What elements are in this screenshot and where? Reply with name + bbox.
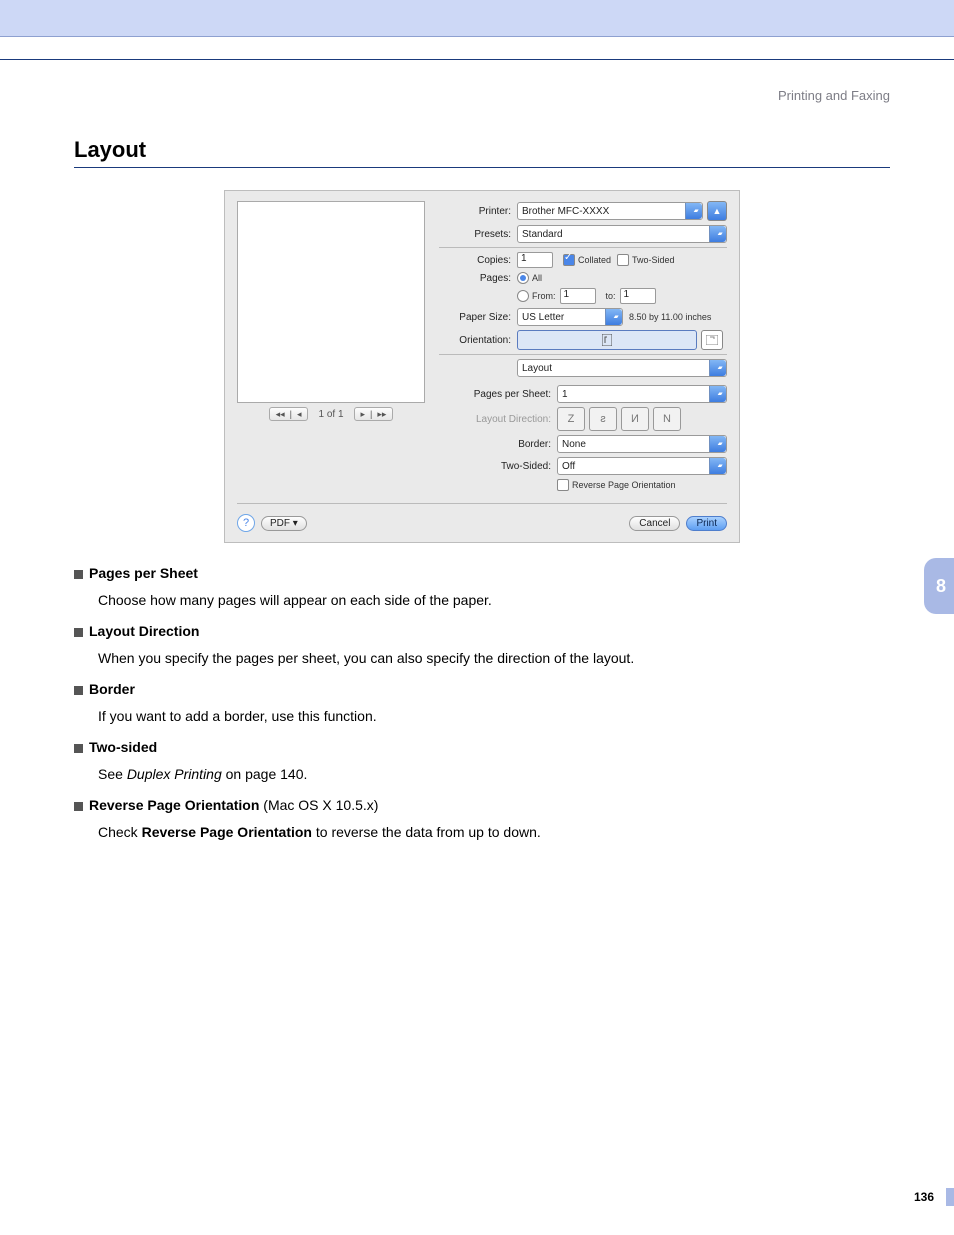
pages-all-radio[interactable] [517,272,529,284]
desc-rp-bold: Reverse Page Orientation [142,824,312,840]
desc-rp-text: Check Reverse Page Orientation to revers… [98,822,890,843]
printer-select[interactable]: Brother MFC-XXXX [517,202,703,220]
pdf-button[interactable]: PDF ▾ [261,516,307,531]
layoutdir-icon-1[interactable]: Z [557,407,585,431]
twosided-sel-label: Two-Sided: [439,461,557,472]
border-value: None [562,439,586,450]
panel-value: Layout [522,363,552,374]
desc-pps-text: Choose how many pages will appear on eac… [98,590,890,611]
copies-input[interactable]: 1 [517,252,553,268]
desc-ts-italic: Duplex Printing [127,766,222,782]
description-list: Pages per Sheet Choose how many pages wi… [74,563,890,843]
page-content: Printing and Faxing Layout ◂◂ | ◂ 1 of 1… [0,59,954,1228]
desc-bd-text: If you want to add a border, use this fu… [98,706,890,727]
twosided-select[interactable]: Off [557,457,727,475]
layoutdir-icon-4[interactable]: N [653,407,681,431]
pages-from-input[interactable]: 1 [560,288,596,304]
desc-rp-title: Reverse Page Orientation [89,797,259,813]
page-number: 136 [914,1188,954,1206]
printer-value: Brother MFC-XXXX [522,206,609,217]
desc-ld-text: When you specify the pages per sheet, yo… [98,648,890,669]
panel-select[interactable]: Layout [517,359,727,377]
reverse-label: Reverse Page Orientation [572,480,676,490]
orientation-portrait-icon[interactable] [517,330,697,350]
desc-bd-title: Border [89,681,135,697]
cancel-button[interactable]: Cancel [629,516,680,531]
pager-first-prev[interactable]: ◂◂ | ◂ [269,407,309,421]
pages-from-radio[interactable] [517,290,529,302]
page-title: Layout [74,137,890,168]
orientation-label: Orientation: [439,335,517,346]
papersize-value: US Letter [522,312,564,323]
twosided-value: Off [562,461,575,472]
desc-rp-pre: Check [98,824,142,840]
pps-value: 1 [562,389,568,400]
twosided-checkbox[interactable] [617,254,629,266]
desc-ld-title: Layout Direction [89,623,199,639]
border-label: Border: [439,439,557,450]
desc-ts-pre: See [98,766,127,782]
reverse-checkbox[interactable] [557,479,569,491]
desc-ts-title: Two-sided [89,739,157,755]
collated-label: Collated [578,255,611,265]
pages-to-label: to: [606,291,616,301]
preview-pager: ◂◂ | ◂ 1 of 1 ▸ | ▸▸ [237,407,425,421]
pps-select[interactable]: 1 [557,385,727,403]
desc-rp-post: to reverse the data from up to down. [312,824,541,840]
copies-label: Copies: [439,255,517,266]
desc-ts-post: on page 140. [222,766,308,782]
desc-pps-title: Pages per Sheet [89,565,198,581]
presets-select[interactable]: Standard [517,225,727,243]
layoutdir-icon-2[interactable]: ƨ [589,407,617,431]
pps-label: Pages per Sheet: [439,389,557,400]
chapter-tab: 8 [924,558,954,614]
presets-value: Standard [522,229,563,240]
print-dialog: ◂◂ | ◂ 1 of 1 ▸ | ▸▸ Printer: Brother MF… [224,190,740,543]
desc-ts-text: See Duplex Printing on page 140. [98,764,890,785]
page-preview [237,201,425,403]
layoutdir-icon-3[interactable]: И [621,407,649,431]
pages-from-label: From: [532,291,556,301]
printer-status-button[interactable]: ▲ [707,201,727,221]
pages-to-input[interactable]: 1 [620,288,656,304]
layoutdir-label: Layout Direction: [439,414,557,425]
presets-label: Presets: [439,229,517,240]
papersize-label: Paper Size: [439,312,517,323]
papersize-note: 8.50 by 11.00 inches [629,312,711,322]
printer-label: Printer: [439,206,517,217]
pages-label: Pages: [439,273,517,284]
pages-all-label: All [532,273,542,283]
pager-next-last[interactable]: ▸ | ▸▸ [354,407,394,421]
papersize-select[interactable]: US Letter [517,308,623,326]
orientation-landscape-icon[interactable] [701,330,723,350]
print-button[interactable]: Print [686,516,727,531]
pager-text: 1 of 1 [318,409,343,420]
help-button[interactable]: ? [237,514,255,532]
desc-rp-os: (Mac OS X 10.5.x) [259,797,378,813]
section-breadcrumb: Printing and Faxing [74,88,890,103]
border-select[interactable]: None [557,435,727,453]
page-header-band [0,0,954,37]
collated-checkbox[interactable] [563,254,575,266]
twosided-label: Two-Sided [632,255,675,265]
